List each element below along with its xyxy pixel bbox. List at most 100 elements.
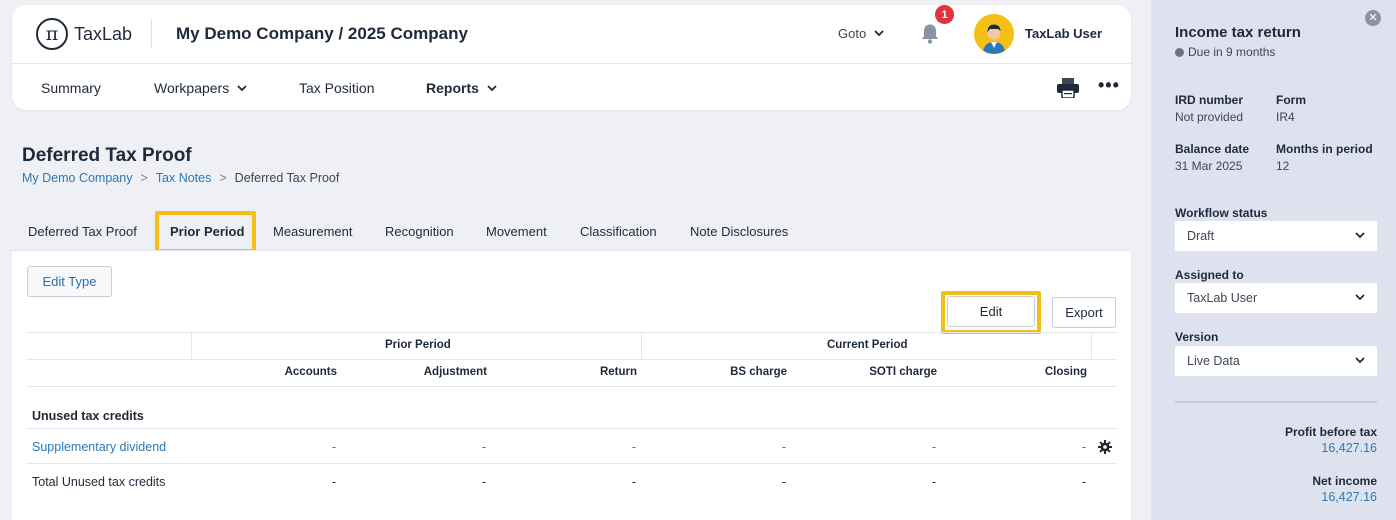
column-header-accounts: Accounts	[284, 366, 337, 378]
nav-summary[interactable]: Summary	[41, 80, 101, 96]
table-col-divider	[191, 332, 192, 359]
nav-tax-position[interactable]: Tax Position	[299, 80, 374, 96]
table-cell[interactable]: -	[896, 440, 936, 454]
row-label-supplementary-dividend[interactable]: Supplementary dividend	[32, 440, 166, 454]
chevron-down-icon	[874, 30, 884, 37]
bell-icon[interactable]	[920, 23, 940, 45]
page-title: Deferred Tax Proof	[22, 145, 192, 166]
months-in-period-label: Months in period	[1276, 142, 1373, 156]
version-label: Version	[1175, 330, 1219, 344]
table-cell[interactable]: -	[446, 440, 486, 454]
balance-date-label: Balance date	[1175, 142, 1250, 156]
net-income-label: Net income	[1312, 474, 1377, 488]
avatar[interactable]	[974, 14, 1014, 54]
due-status: Due in 9 months	[1175, 45, 1275, 59]
header-top-bar: π TaxLab My Demo Company / 2025 Company …	[12, 5, 1131, 64]
table-header-border	[26, 359, 1117, 360]
ird-number-value: Not provided	[1175, 110, 1244, 124]
assigned-to-label: Assigned to	[1175, 268, 1244, 282]
nav-reports[interactable]: Reports	[426, 80, 497, 96]
table-cell[interactable]: -	[596, 440, 636, 454]
workflow-status-value: Draft	[1187, 229, 1215, 243]
net-income-value[interactable]: 16,427.16	[1321, 490, 1377, 504]
row-label-total-unused-tax-credits: Total Unused tax credits	[32, 475, 166, 489]
tab-recognition[interactable]: Recognition	[385, 211, 454, 239]
table-col-divider	[1091, 332, 1092, 359]
table-row-border	[26, 428, 1117, 429]
header-divider	[151, 19, 152, 49]
close-icon[interactable]: ✕	[1365, 10, 1381, 26]
table-cell: -	[931, 475, 936, 489]
logo-text: TaxLab	[74, 23, 133, 44]
months-in-period-value: 12	[1276, 159, 1290, 173]
edit-type-button[interactable]: Edit Type	[27, 266, 112, 297]
goto-label: Goto	[838, 26, 867, 41]
nav-reports-label: Reports	[426, 80, 479, 96]
chevron-down-icon	[487, 84, 497, 91]
ird-number-label: IRD number	[1175, 93, 1244, 107]
gear-icon[interactable]	[1098, 440, 1112, 454]
tab-movement[interactable]: Movement	[486, 211, 547, 239]
main-nav: Summary Workpapers Tax Position Reports …	[12, 64, 1131, 110]
column-header-closing: Closing	[1044, 366, 1087, 378]
tab-deferred-tax-proof[interactable]: Deferred Tax Proof	[28, 211, 137, 239]
breadcrumb-tax-notes[interactable]: Tax Notes	[156, 171, 212, 185]
content-card: Edit Type Edit Export Prior Period Curre…	[12, 250, 1131, 520]
tab-measurement[interactable]: Measurement	[273, 211, 352, 239]
breadcrumb-current: Deferred Tax Proof	[234, 171, 340, 185]
version-value: Live Data	[1187, 354, 1240, 368]
version-select[interactable]: Live Data	[1175, 346, 1377, 376]
workflow-status-select[interactable]: Draft	[1175, 221, 1377, 251]
table-cell: -	[631, 475, 636, 489]
chevron-down-icon	[1355, 357, 1365, 364]
table-cell[interactable]: -	[296, 440, 336, 454]
column-header-adjustment: Adjustment	[423, 366, 487, 378]
chevron-down-icon	[1355, 232, 1365, 239]
nav-workpapers-label: Workpapers	[154, 80, 230, 96]
table-header-border	[26, 386, 1117, 387]
table-cell: -	[331, 475, 336, 489]
notification-badge: 1	[935, 5, 954, 24]
profit-before-tax-label: Profit before tax	[1284, 425, 1377, 439]
section-title: Unused tax credits	[32, 409, 144, 423]
profit-before-tax-value[interactable]: 16,427.16	[1321, 441, 1377, 455]
group-header-current-period: Current Period	[827, 339, 908, 351]
nav-workpapers[interactable]: Workpapers	[154, 80, 247, 96]
table-col-divider	[641, 332, 642, 359]
breadcrumb-separator: >	[140, 171, 148, 185]
more-options-icon[interactable]: •••	[1098, 76, 1120, 94]
form-label: Form	[1276, 93, 1306, 107]
printer-icon[interactable]	[1057, 78, 1079, 98]
column-header-bs-charge: BS charge	[730, 366, 787, 378]
table-cell[interactable]: -	[1046, 440, 1086, 454]
edit-button[interactable]: Edit	[947, 296, 1035, 327]
table-cell: -	[1081, 475, 1086, 489]
table-cell: -	[481, 475, 486, 489]
table-cell[interactable]: -	[746, 440, 786, 454]
group-header-prior-period: Prior Period	[385, 339, 451, 351]
tab-classification[interactable]: Classification	[580, 211, 657, 239]
assigned-to-select[interactable]: TaxLab User	[1175, 283, 1377, 313]
workflow-status-label: Workflow status	[1175, 206, 1268, 220]
goto-dropdown[interactable]: Goto	[838, 26, 884, 41]
assigned-to-value: TaxLab User	[1187, 291, 1258, 305]
table-row-border	[26, 463, 1117, 464]
nav-tax-position-label: Tax Position	[299, 80, 375, 96]
breadcrumb-company[interactable]: My Demo Company	[22, 171, 132, 185]
form-value: IR4	[1276, 110, 1295, 124]
due-text: Due in 9 months	[1188, 45, 1276, 59]
table-header-border	[26, 332, 1117, 333]
user-avatar-icon	[974, 14, 1014, 54]
nav-summary-label: Summary	[41, 80, 101, 96]
sidebar-divider	[1175, 401, 1377, 403]
column-header-return: Return	[599, 366, 637, 378]
tab-note-disclosures[interactable]: Note Disclosures	[690, 211, 788, 239]
breadcrumb-separator: >	[219, 171, 227, 185]
taxlab-logo[interactable]: π TaxLab	[36, 18, 132, 50]
company-title: My Demo Company / 2025 Company	[176, 24, 468, 43]
header-card: π TaxLab My Demo Company / 2025 Company …	[12, 5, 1131, 110]
income-tax-sidebar: ✕ Income tax return Due in 9 months IRD …	[1151, 0, 1396, 520]
export-button[interactable]: Export	[1052, 297, 1116, 328]
breadcrumb: My Demo Company > Tax Notes > Deferred T…	[22, 171, 339, 185]
user-name[interactable]: TaxLab User	[1025, 26, 1102, 41]
